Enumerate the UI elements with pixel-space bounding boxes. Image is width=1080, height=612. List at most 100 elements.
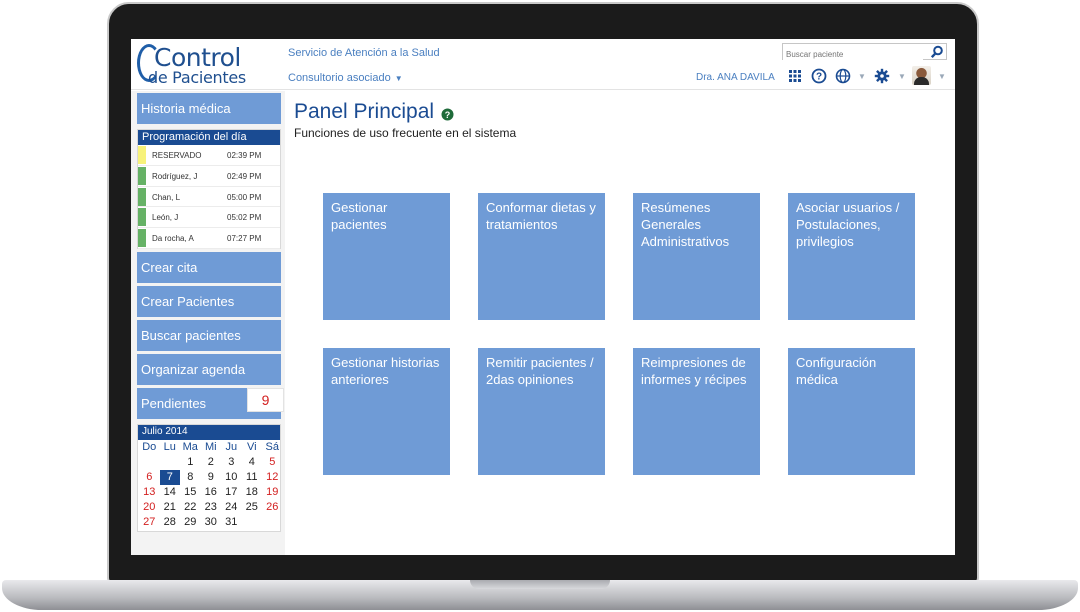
logo-text-pacientes: de Pacientes [148,68,246,87]
svg-text:?: ? [445,110,451,120]
avatar[interactable] [912,66,931,85]
list-item[interactable]: León, J 05:02 PM [138,207,280,229]
calendar-day[interactable]: 19 [262,485,283,500]
apps-grid-icon[interactable] [787,68,803,84]
chevron-down-icon[interactable]: ▼ [858,72,866,81]
search-icon[interactable] [930,45,944,59]
appointment-time: 02:49 PM [227,171,262,181]
calendar-day[interactable]: 7 [159,470,180,485]
calendar-grid: Do Lu Ma Mi Ju Vi Sá 1 2 3 4 5 6 7 8 9 10 11 12 13 14 15 16 17 1… [138,440,280,530]
help-icon[interactable]: ? [811,68,827,84]
organizar-agenda-button[interactable]: Organizar agenda [137,354,281,385]
calendar-day[interactable]: 22 [180,500,201,515]
calendar-day[interactable]: 21 [160,500,181,515]
chevron-down-icon: ▼ [394,74,403,83]
reimpresiones-tile[interactable]: Reimpresiones de informes y récipes [633,348,760,475]
appointment-name: Chan, L [152,192,181,202]
daily-schedule: Programación del día RESERVADO 02:39 PM … [137,129,281,249]
laptop-notch [470,580,610,589]
calendar-empty-cell [262,515,283,530]
top-header: Control de Pacientes Servicio de Atenció… [131,39,955,90]
calendar-day[interactable]: 18 [242,485,263,500]
calendar-day[interactable]: 12 [262,470,283,485]
calendar-empty-cell [242,515,263,530]
appointment-name: Rodríguez, J [152,171,198,181]
conformar-dietas-tile[interactable]: Conformar dietas y tratamientos [478,193,605,320]
list-item[interactable]: Rodríguez, J 02:49 PM [138,166,280,187]
gear-icon[interactable] [874,68,890,84]
calendar-dow: Mi [204,441,217,453]
calendar-day[interactable]: 5 [262,455,283,470]
main-panel: Panel Principal ? Funciones de uso frecu… [285,91,955,555]
page-subtitle: Funciones de uso frecuente en el sistema [294,126,517,140]
configuracion-medica-tile[interactable]: Configuración médica [788,348,915,475]
calendar-dow: Vi [246,441,257,453]
crear-pacientes-button[interactable]: Crear Pacientes [137,286,281,317]
sidebar-item-historia-medica[interactable]: Historia médica [137,93,281,124]
crear-cita-button[interactable]: Crear cita [137,252,281,283]
chevron-down-icon[interactable]: ▼ [898,72,906,81]
calendar-dow: Sá [265,441,279,453]
appointment-name: León, J [152,213,179,223]
calendar-day[interactable]: 29 [180,515,201,530]
calendar-day[interactable]: 24 [221,500,242,515]
calendar-day[interactable]: 23 [201,500,222,515]
doctor-name[interactable]: Dra. ANA DAVILA [696,72,775,83]
calendar-day[interactable]: 20 [139,500,160,515]
calendar-day[interactable]: 6 [139,470,160,485]
list-item[interactable]: Da rocha, A 07:27 PM [138,228,280,249]
calendar-day[interactable]: 4 [242,455,263,470]
pendientes-count-badge[interactable]: 9 [247,388,284,412]
page-title: Panel Principal [294,100,435,123]
calendar-day[interactable]: 11 [242,470,263,485]
help-icon[interactable]: ? [441,108,454,121]
calendar-day[interactable]: 16 [201,485,222,500]
status-bar [138,208,146,227]
calendar-day[interactable]: 25 [242,500,263,515]
calendar-empty-cell [160,455,181,470]
appointment-time: 05:02 PM [227,213,262,223]
resumenes-generales-tile[interactable]: Resúmenes Generales Administrativos [633,193,760,320]
calendar-day[interactable]: 17 [221,485,242,500]
schedule-title: Programación del día [138,130,280,145]
calendar-dow: Do [142,441,157,453]
app-logo[interactable]: Control de Pacientes [137,41,252,87]
status-bar [138,187,146,206]
calendar-dow: Ju [225,441,238,453]
appointment-time: 05:00 PM [227,192,262,202]
consultorio-label: Consultorio asociado [288,72,391,84]
list-item[interactable]: RESERVADO 02:39 PM [138,145,280,166]
service-label: Servicio de Atención a la Salud [288,47,440,59]
calendar-dow: Ma [182,441,198,453]
calendar-day[interactable]: 30 [201,515,222,530]
calendar-day[interactable]: 9 [201,470,222,485]
calendar-day[interactable]: 2 [201,455,222,470]
calendar-day[interactable]: 15 [180,485,201,500]
asociar-usuarios-tile[interactable]: Asociar usuarios / Postulaciones, privil… [788,193,915,320]
list-item[interactable]: Chan, L 05:00 PM [138,187,280,208]
calendar-day[interactable]: 13 [139,485,160,500]
search-input[interactable] [783,47,923,62]
app-screen: Control de Pacientes Servicio de Atenció… [131,39,955,555]
calendar-day[interactable]: 26 [262,500,283,515]
remitir-pacientes-tile[interactable]: Remitir pacientes / 2das opiniones [478,348,605,475]
chevron-down-icon[interactable]: ▼ [938,72,946,81]
calendar-day[interactable]: 8 [180,470,201,485]
calendar-day[interactable]: 3 [221,455,242,470]
gestionar-pacientes-tile[interactable]: Gestionar pacientes [323,193,450,320]
calendar-day[interactable]: 10 [221,470,242,485]
buscar-pacientes-button[interactable]: Buscar pacientes [137,320,281,351]
calendar-day[interactable]: 1 [180,455,201,470]
calendar-day[interactable]: 31 [221,515,242,530]
calendar-day[interactable]: 27 [139,515,160,530]
globe-icon[interactable] [835,68,851,84]
appointment-time: 07:27 PM [227,234,262,244]
calendar-empty-cell [139,455,160,470]
status-bar [138,166,146,185]
calendar-day[interactable]: 28 [160,515,181,530]
consultorio-dropdown[interactable]: Consultorio asociado ▼ [288,72,403,84]
gestionar-historias-tile[interactable]: Gestionar historias anteriores [323,348,450,475]
calendar-day[interactable]: 14 [160,485,181,500]
status-bar [138,229,146,248]
status-bar [138,146,146,164]
